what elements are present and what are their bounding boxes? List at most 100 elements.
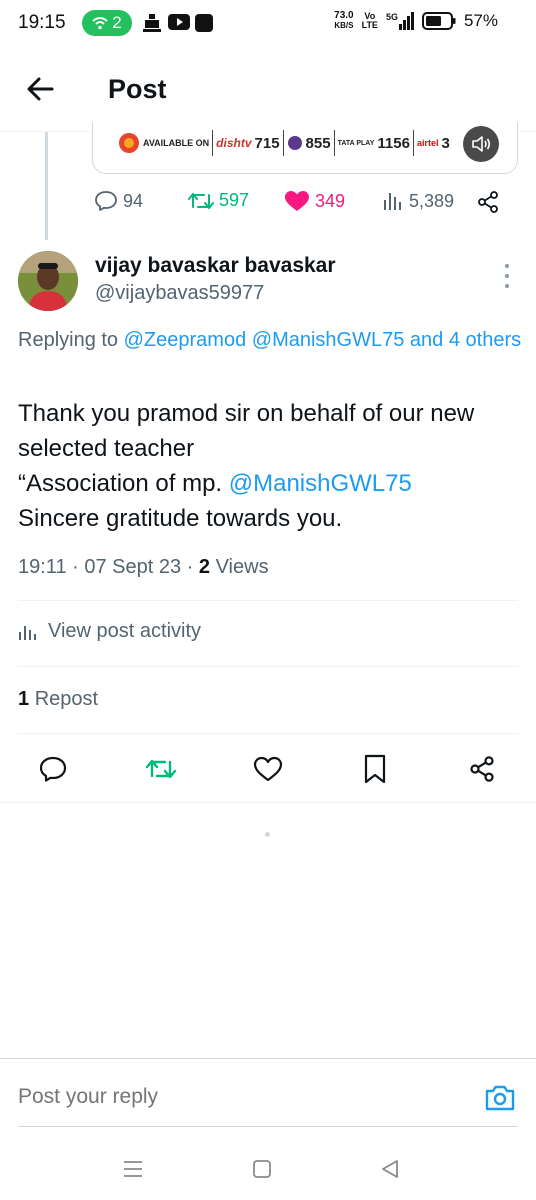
hotspot-count: 2 <box>112 13 122 32</box>
camera-button[interactable] <box>484 1083 516 1113</box>
back-button[interactable] <box>24 74 58 104</box>
heart-outline-icon <box>253 756 283 782</box>
post-text-line: “Association of mp. @ManishGWL75 <box>18 466 523 501</box>
airtel-channel: 3 <box>441 134 450 152</box>
repost-count-button[interactable]: 597 <box>188 190 249 211</box>
analytics-icon <box>384 193 401 210</box>
divider <box>18 600 518 601</box>
d2h-segment: 855 <box>284 130 335 156</box>
repost-summary-label: Repost <box>34 688 99 710</box>
more-options-button[interactable] <box>500 264 514 288</box>
repost-icon <box>145 759 177 779</box>
volte-indicator: Vo LTE <box>362 12 378 30</box>
volume-icon <box>472 136 491 152</box>
post-view-count: 2 <box>198 556 211 578</box>
heart-filled-icon <box>285 191 309 211</box>
page-title: Post <box>108 74 167 104</box>
camera-icon <box>485 1085 515 1111</box>
divider <box>18 1126 518 1127</box>
reply-icon <box>95 191 117 211</box>
post-text-line: Thank you pramod sir on behalf of our ne… <box>18 400 475 462</box>
mute-toggle-button[interactable] <box>463 126 499 162</box>
author-handle[interactable]: @vijaybavas59977 <box>95 282 264 305</box>
share-button[interactable] <box>466 753 498 785</box>
dishtv-label: dishtv <box>216 136 252 150</box>
tataplay-segment: TATA PLAY 1156 <box>335 130 414 156</box>
bookmark-icon <box>364 754 386 784</box>
menu-icon <box>124 1161 142 1177</box>
hotspot-indicator: 2 <box>82 10 132 36</box>
reply-count-button[interactable]: 94 <box>94 190 143 212</box>
bookmark-button[interactable] <box>359 753 391 785</box>
battery-percent: 57% <box>463 11 498 30</box>
reply-count: 94 <box>123 190 144 211</box>
status-bar: 19:15 2 73.0 KB/S Vo LTE 5G 57% <box>0 0 536 48</box>
network-type: 5G <box>385 12 398 22</box>
dishtv-segment: dishtv 715 <box>213 130 284 156</box>
more-dot-icon <box>505 284 509 288</box>
avatar-photo <box>18 251 78 311</box>
divider <box>18 733 518 734</box>
d2h-channel: 855 <box>305 134 331 152</box>
system-navigation-bar <box>0 1140 536 1200</box>
hotspot-icon <box>92 17 108 30</box>
system-back-button[interactable] <box>377 1156 403 1182</box>
home-button[interactable] <box>249 1156 275 1182</box>
repost-count: 597 <box>219 190 250 210</box>
airtel-label: airtel <box>416 138 439 148</box>
back-arrow-icon <box>27 77 54 101</box>
view-post-activity-label: View post activity <box>48 620 202 642</box>
net-speed-value: 73.0 <box>334 10 354 21</box>
reply-button[interactable] <box>37 753 69 785</box>
mention-link[interactable]: @Zeepramod <box>124 329 247 351</box>
like-count: 349 <box>315 190 346 211</box>
status-right-group: 73.0 KB/S Vo LTE 5G 57% <box>334 11 498 31</box>
repost-icon <box>188 192 214 209</box>
d2h-logo-icon <box>287 136 302 150</box>
post-time: 19:11 <box>18 556 67 578</box>
tataplay-channel: 1156 <box>377 134 410 152</box>
view-count-button[interactable]: 5,389 <box>382 190 454 212</box>
post-views-label: Views <box>215 556 269 578</box>
reply-icon <box>39 756 67 782</box>
recent-apps-button[interactable] <box>120 1156 146 1182</box>
replying-prefix: Replying to <box>18 329 124 351</box>
mention-link[interactable]: @ManishGWL75 <box>229 470 412 497</box>
signal-icon: 5G <box>386 12 414 30</box>
reply-input[interactable] <box>18 1085 438 1109</box>
repost-summary[interactable]: 1 Repost <box>18 688 98 711</box>
thread-connector-line <box>45 132 48 240</box>
channel-strip: AVAILABLE ON dishtv 715 855 TATA PLAY 11… <box>115 130 453 156</box>
youtube-icon <box>168 14 190 30</box>
post-date: 07 Sept 23 <box>84 556 182 578</box>
mention-link[interactable]: @ManishGWL75 <box>252 329 405 351</box>
avatar[interactable] <box>18 251 78 311</box>
net-speed-unit: KB/S <box>334 21 354 30</box>
zee-logo-segment: AVAILABLE ON <box>115 130 214 156</box>
more-dot-icon <box>505 274 509 278</box>
app-notification-icon <box>143 14 161 32</box>
post-text-segment: “Association of mp. <box>18 470 229 497</box>
share-button-prev[interactable] <box>476 190 500 214</box>
battery-icon <box>421 12 456 30</box>
author-name[interactable]: vijay bavaskar bavaskar <box>95 254 336 278</box>
available-on-label: AVAILABLE ON <box>143 138 210 148</box>
post-action-bar <box>0 735 536 803</box>
repost-summary-count: 1 <box>18 688 30 710</box>
divider <box>18 666 518 667</box>
previous-post-stats: 94 597 349 5,389 <box>92 190 512 220</box>
like-button[interactable] <box>252 753 284 785</box>
view-post-activity-button[interactable]: View post activity <box>18 620 201 643</box>
loading-indicator <box>265 832 270 837</box>
like-count-button[interactable]: 349 <box>284 190 345 212</box>
previous-post-media[interactable]: AVAILABLE ON dishtv 715 855 TATA PLAY 11… <box>92 122 518 174</box>
view-count: 5,389 <box>409 190 455 211</box>
top-header: Post <box>0 48 536 132</box>
airtel-segment: airtel 3 <box>414 130 453 156</box>
others-link[interactable]: and 4 others <box>410 329 521 351</box>
more-dot-icon <box>505 264 509 268</box>
replying-to-line: Replying to @Zeepramod @ManishGWL75 and … <box>18 325 523 355</box>
post-meta: 19:11 · 07 Sept 23 · 2 Views <box>18 556 269 578</box>
analytics-icon <box>19 625 36 640</box>
repost-button[interactable] <box>145 753 177 785</box>
